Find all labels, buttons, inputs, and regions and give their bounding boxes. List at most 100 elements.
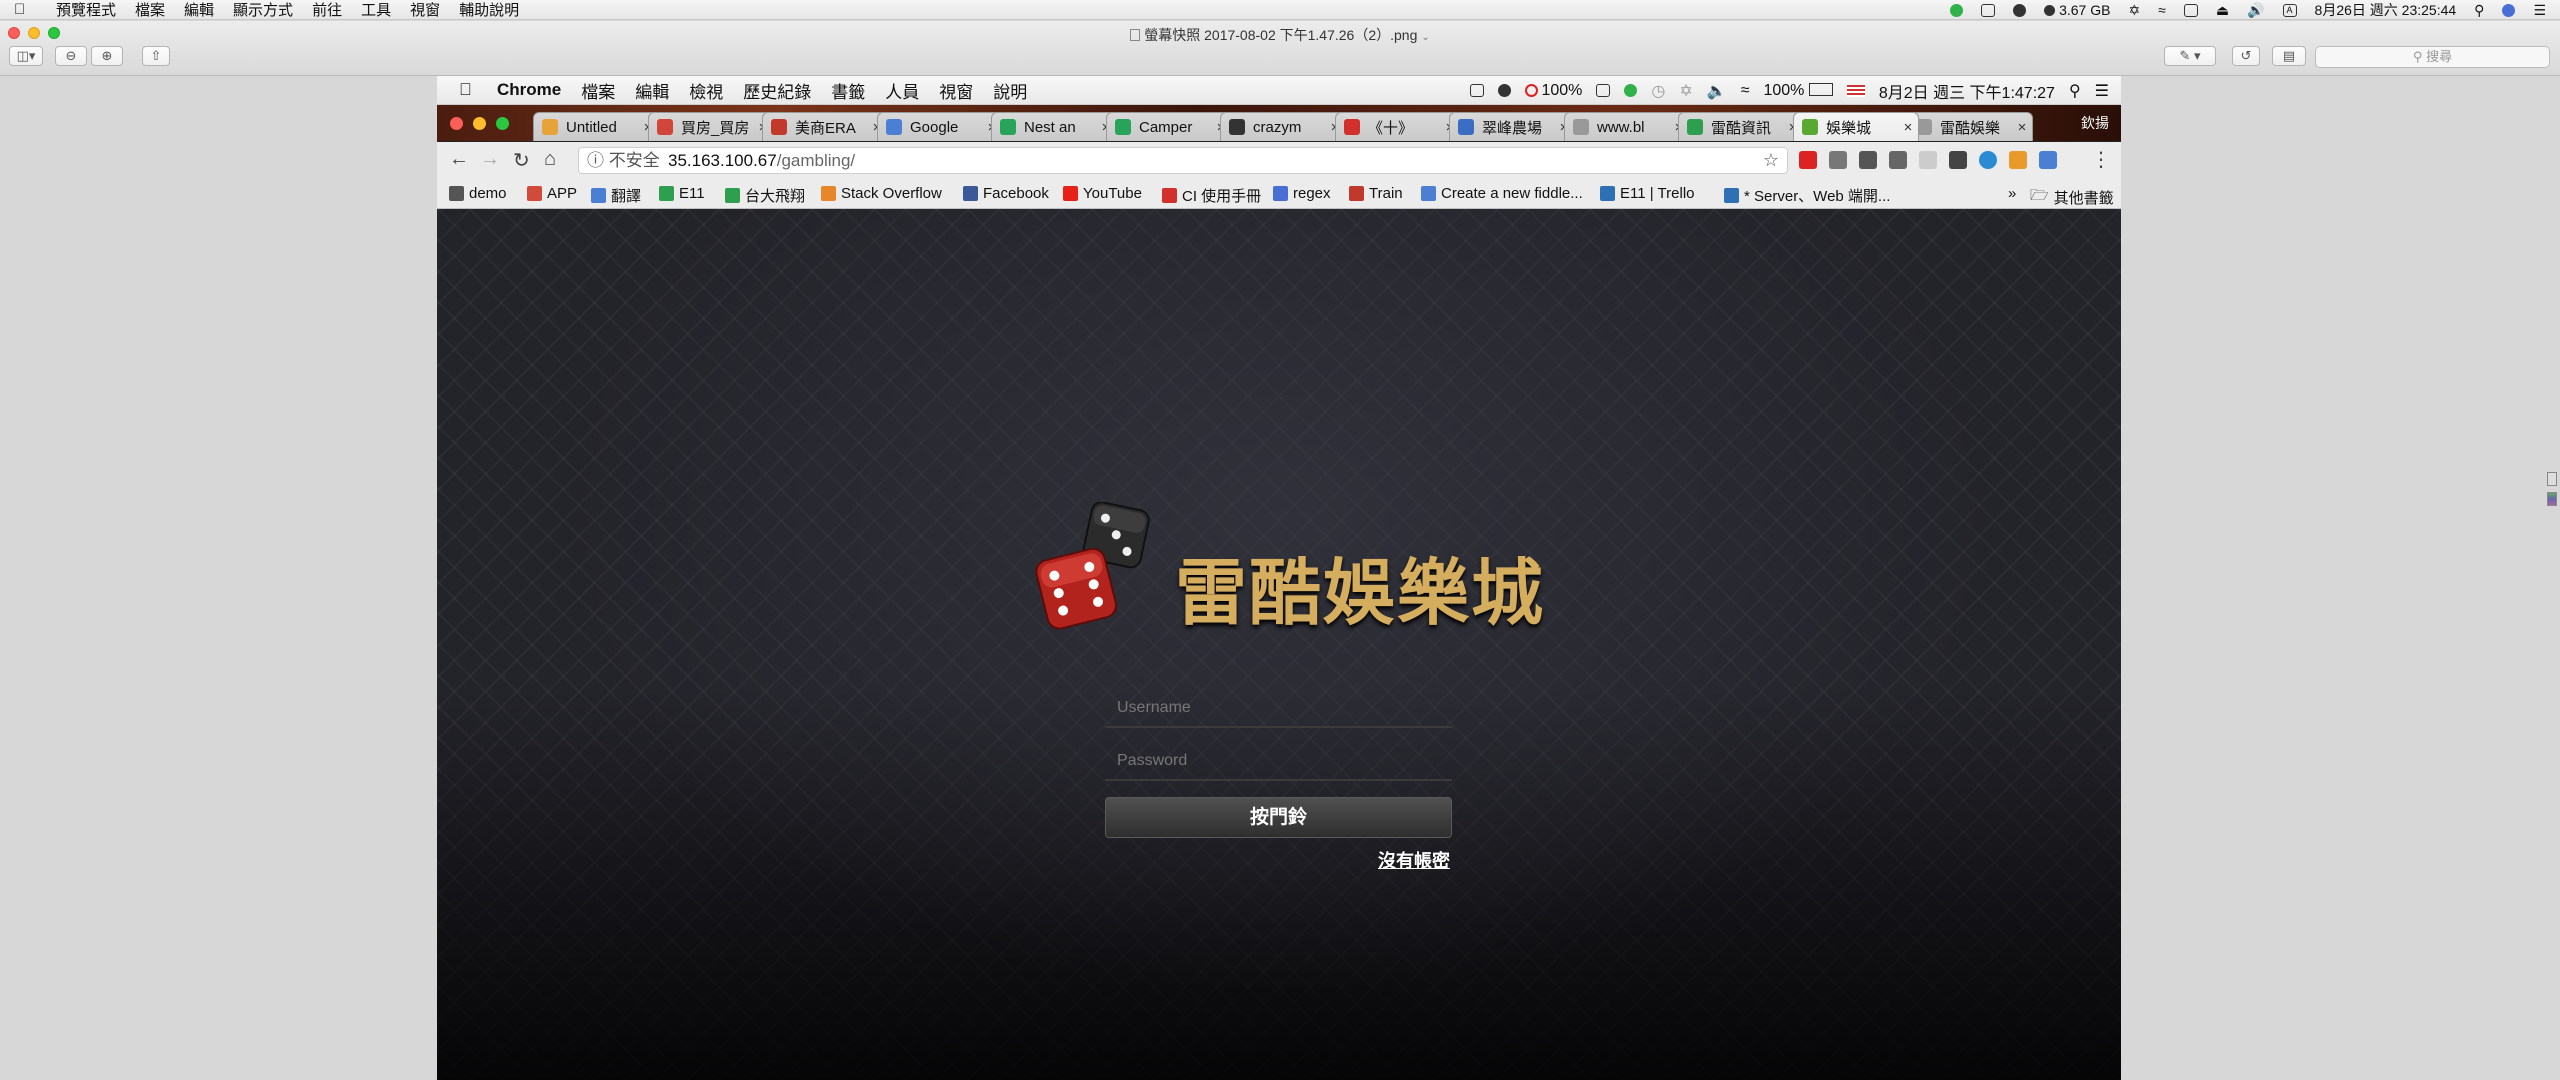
window-title-text: 螢幕快照 2017-08-02 下午1.47.26（2）.png	[1144, 27, 1418, 43]
screenshot-image:  Chrome 檔案 編輯 檢視 歷史紀錄 書籤 人員 視窗 說明 100% …	[437, 76, 2121, 1080]
menu-view[interactable]: 顯示方式	[233, 0, 293, 20]
tab-title: 雷酷娛樂	[1940, 119, 2001, 137]
css-icon	[1919, 151, 1937, 169]
thumbnail-1[interactable]	[2547, 472, 2557, 486]
inner-bluetooth-icon: ✡	[1679, 82, 1693, 100]
reload-icon: ↻	[513, 150, 530, 172]
bookmark-item: CI 使用手冊	[1162, 185, 1261, 206]
browser-close-button	[450, 117, 463, 130]
browser-toolbar: ← → ↻ ⌂ ⓘ 不安全 35.163.100.67/gambling/ ☆ …	[437, 142, 2121, 179]
inner-wifi-icon: ≈	[1740, 81, 1750, 99]
share-icon: ⇧	[150, 48, 162, 63]
other-bookmarks: 🗁 其他書籤	[2030, 185, 2114, 210]
browser-tab: 《十》×	[1335, 112, 1461, 141]
menubar-clock[interactable]: 8月26日 週六 23:25:44	[2315, 0, 2457, 20]
menu-tools[interactable]: 工具	[361, 0, 391, 20]
zoom-in-button[interactable]: ⊕	[91, 46, 123, 66]
bluetooth-icon[interactable]: ✡	[2128, 2, 2140, 19]
browser-tab: Untitled×	[533, 112, 659, 141]
dice-icon	[1035, 502, 1150, 630]
status-icon[interactable]	[2013, 3, 2027, 17]
bookmark-favicon-icon	[963, 186, 978, 201]
sidebar-toggle-button[interactable]: ◫▾	[9, 46, 43, 66]
menu-window[interactable]: 視窗	[410, 0, 440, 20]
bookmark-label: 台大飛翔	[745, 188, 806, 205]
eject-icon[interactable]: ⏏	[2216, 2, 2229, 19]
folder-icon: 🗁	[2030, 187, 2049, 204]
thumbnail-2[interactable]	[2547, 492, 2557, 506]
rotate-icon: ↺	[2240, 48, 2252, 63]
bookmark-label: Train	[1369, 185, 1403, 202]
volume-icon[interactable]: 🔊	[2247, 2, 2264, 19]
menu-go[interactable]: 前往	[312, 0, 342, 20]
toolbox-icon: ▤	[2282, 48, 2296, 63]
browser-zoom-button	[496, 117, 509, 130]
memory-indicator[interactable]: 3.67 GB	[2044, 2, 2110, 18]
bookmark-item: 翻譯	[591, 185, 641, 206]
share-button[interactable]: ⇧	[142, 46, 170, 66]
bookmark-star-icon: ☆	[1762, 150, 1779, 170]
extension-icon-5	[1979, 151, 1997, 169]
inner-menu-edit: 編輯	[635, 82, 670, 102]
tab-favicon-icon	[1573, 119, 1589, 135]
browser-minimize-button	[473, 117, 486, 130]
notification-center-icon[interactable]: ☰	[2533, 2, 2546, 19]
wifi-icon[interactable]: ≈	[2158, 2, 2166, 18]
menu-preview[interactable]: 預覽程式	[56, 0, 116, 20]
menu-edit[interactable]: 編輯	[184, 0, 214, 20]
line-app-icon[interactable]	[1950, 3, 1964, 17]
password-input[interactable]: Password	[1105, 743, 1452, 781]
username-input[interactable]: Username	[1105, 690, 1452, 728]
spotlight-icon[interactable]: ⚲	[2474, 2, 2484, 19]
inner-battery-icon	[1808, 82, 1833, 96]
chrome-menu-icon: ⋮	[2091, 149, 2111, 171]
bookmark-item: 台大飛翔	[725, 185, 805, 206]
input-source-icon[interactable]: A	[2282, 3, 2297, 17]
pocket-icon	[1859, 151, 1877, 169]
tab-favicon-icon	[771, 119, 787, 135]
password-placeholder: Password	[1117, 752, 1188, 769]
markup-button[interactable]: ✎ ▾	[2164, 46, 2216, 66]
airplay-icon[interactable]	[2183, 3, 2198, 17]
bookmark-label: APP	[547, 185, 578, 202]
title-chevron-icon[interactable]: ⌄	[1421, 32, 1429, 43]
zoom-in-icon: ⊕	[101, 48, 113, 63]
no-account-link[interactable]: 沒有帳密	[1378, 847, 1450, 873]
toolbox-button[interactable]: ▤	[2272, 46, 2306, 66]
inner-menu-history: 歷史紀錄	[743, 82, 812, 102]
pen-icon: ✎ ▾	[2179, 48, 2201, 63]
bookmark-favicon-icon	[1600, 186, 1615, 201]
tab-favicon-icon	[1687, 119, 1703, 135]
tab-title: crazym	[1253, 118, 1302, 136]
tab-title: 娛樂城	[1826, 119, 1872, 137]
bookmark-item: * Server、Web 端開...	[1724, 185, 1890, 206]
tab-title: 翠峰農場	[1482, 119, 1543, 137]
login-button[interactable]: 按門鈴	[1105, 797, 1452, 838]
siri-icon[interactable]	[2502, 3, 2516, 17]
apple-menu-icon[interactable]: 	[14, 1, 36, 18]
page-thumbnails[interactable]	[2547, 472, 2557, 552]
bookmark-favicon-icon	[1421, 186, 1436, 201]
tab-title: Camper	[1139, 118, 1193, 136]
search-field[interactable]: ⚲ 搜尋	[2315, 46, 2550, 68]
home-icon: ⌂	[544, 148, 557, 170]
menu-file[interactable]: 檔案	[135, 0, 165, 20]
menu-help[interactable]: 輔助說明	[459, 0, 519, 20]
inner-menu-people: 人員	[885, 82, 920, 102]
zoom-out-button[interactable]: ⊖	[55, 46, 87, 66]
inner-menu-help: 說明	[993, 82, 1028, 102]
extension-icon-6	[2009, 151, 2027, 169]
inner-volume-level: 100%	[1763, 82, 1833, 100]
bookmark-favicon-icon	[1063, 186, 1078, 201]
inner-status-icon	[1498, 84, 1512, 97]
inner-mac-menubar:  Chrome 檔案 編輯 檢視 歷史紀錄 書籤 人員 視窗 說明 100% …	[437, 76, 2121, 105]
inner-menu-bookmarks: 書籤	[831, 82, 866, 102]
tab-favicon-icon	[886, 119, 902, 135]
rotate-button[interactable]: ↺	[2232, 46, 2260, 66]
bookmark-item: demo	[449, 185, 507, 202]
bookmark-label: * Server、Web 端開...	[1744, 188, 1891, 205]
bookmark-label: Create a new fiddle...	[1441, 185, 1583, 202]
zoom-out-icon: ⊖	[65, 48, 77, 63]
screen-icon[interactable]	[1981, 3, 1996, 17]
bookmark-favicon-icon	[821, 186, 836, 201]
